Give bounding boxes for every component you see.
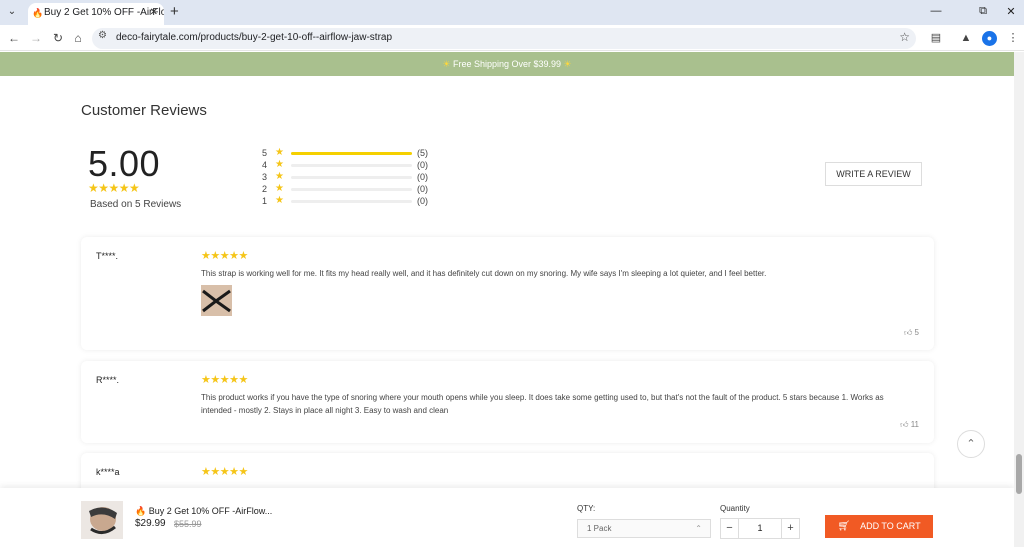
review-author: T****. (96, 251, 119, 261)
bookmark-star-icon[interactable]: ☆ (899, 30, 910, 44)
quantity-label: Quantity (720, 504, 750, 513)
review-author: k****a (96, 467, 120, 477)
page-scrollbar[interactable] (1014, 52, 1024, 547)
url-text: deco-fairytale.com/products/buy-2-get-10… (116, 32, 393, 43)
histogram-star-value: 2 (262, 184, 268, 194)
star-icon: ★ (275, 195, 284, 206)
promo-banner: ☀ Free Shipping Over $39.99 ☀ (0, 52, 1014, 76)
histogram-row: 5 ★ (5) (262, 147, 442, 160)
review-author: R****. (96, 375, 120, 385)
promo-text: Free Shipping Over $39.99 (452, 59, 562, 69)
histogram-row: 3 ★ (0) (262, 171, 442, 184)
average-rating: 5.00 (88, 143, 161, 184)
star-icon: ★ (275, 171, 284, 182)
average-stars-icon: ★★★★★ (88, 181, 140, 195)
product-price: $29.99 (135, 518, 166, 529)
pack-select-value: 1 Pack (587, 524, 612, 533)
home-icon[interactable]: ⌂ (70, 30, 86, 46)
review-stars-icon: ★★★★★ (201, 466, 248, 478)
sun-icon: ☀ (563, 59, 572, 69)
histogram-star-value: 5 (262, 148, 268, 158)
window-close-icon[interactable]: ✕ (1003, 5, 1019, 18)
minimize-icon[interactable]: — (928, 5, 944, 17)
fire-icon: 🔥 (135, 506, 147, 516)
thumbs-up-icon: 👍︎ (900, 420, 909, 429)
review-card: T****. ★★★★★ This strap is working well … (81, 237, 934, 350)
fire-icon: 🔥 (32, 8, 44, 18)
restore-icon[interactable]: ⧉ (975, 5, 991, 18)
product-title-text: Buy 2 Get 10% OFF -AirFlow... (148, 506, 273, 516)
more-menu-icon[interactable]: ⋮ (1005, 30, 1021, 46)
sticky-cart-bar: 🔥 Buy 2 Get 10% OFF -AirFlow... $29.99 $… (0, 488, 1014, 547)
close-icon[interactable]: ✕ (150, 3, 158, 23)
chevron-up-icon: ⌃ (966, 438, 976, 450)
histogram-count: (0) (417, 172, 428, 182)
like-count: 5 (914, 328, 919, 337)
like-button[interactable]: 👍︎ 5 (904, 328, 919, 338)
browser-tab[interactable]: 🔥 Buy 2 Get 10% OFF -AirFlow - ✕ (28, 3, 164, 25)
sun-icon: ☀ (442, 59, 451, 69)
histogram-count: (5) (417, 148, 428, 158)
review-stars-icon: ★★★★★ (201, 374, 248, 386)
decrement-button[interactable]: − (721, 519, 739, 538)
histogram-star-value: 4 (262, 160, 268, 170)
quantity-input[interactable]: 1 (739, 519, 781, 538)
quantity-stepper: − 1 + (720, 518, 800, 539)
histogram-row: 1 ★ (0) (262, 195, 442, 208)
histogram-star-value: 1 (262, 196, 268, 206)
histogram-row: 4 ★ (0) (262, 159, 442, 172)
reload-icon[interactable]: ↻ (50, 30, 66, 46)
based-on-count: Based on 5 Reviews (90, 199, 182, 210)
star-icon: ★ (275, 183, 284, 194)
rating-histogram: 5 ★ (5) 4 ★ (0) 3 ★ (0) 2 ★ (0) 1 ★ (0) (262, 147, 442, 208)
histogram-count: (0) (417, 184, 428, 194)
histogram-count: (0) (417, 196, 428, 206)
histogram-track (291, 164, 412, 167)
product-old-price: $55.99 (174, 519, 202, 529)
increment-button[interactable]: + (781, 519, 799, 538)
reviews-title: Customer Reviews (81, 102, 207, 119)
histogram-track (291, 152, 412, 155)
histogram-track (291, 188, 412, 191)
chevron-up-icon: ⌃ (695, 524, 702, 533)
new-tab-button[interactable]: + (170, 3, 179, 21)
forward-arrow-icon[interactable]: → (28, 30, 44, 46)
review-card: R****. ★★★★★ This product works if you h… (81, 361, 934, 443)
histogram-fill (291, 152, 412, 155)
histogram-row: 2 ★ (0) (262, 183, 442, 196)
histogram-count: (0) (417, 160, 428, 170)
star-icon: ★ (275, 159, 284, 170)
histogram-track (291, 200, 412, 203)
review-stars-icon: ★★★★★ (201, 250, 248, 262)
histogram-track (291, 176, 412, 179)
review-text: This strap is working well for me. It fi… (201, 269, 767, 278)
product-title: 🔥 Buy 2 Get 10% OFF -AirFlow... (135, 506, 272, 517)
labs-flask-icon[interactable]: ▲ (958, 30, 974, 46)
back-arrow-icon[interactable]: ← (6, 30, 22, 46)
add-to-cart-label: ADD TO CART (860, 521, 921, 531)
write-review-button[interactable]: WRITE A REVIEW (825, 162, 922, 186)
review-photo[interactable] (201, 285, 232, 316)
scrollbar-thumb[interactable] (1016, 454, 1022, 494)
add-to-cart-button[interactable]: 🛒︎ ADD TO CART (825, 515, 933, 538)
site-settings-icon[interactable]: ⚙ (98, 30, 107, 41)
cart-icon: 🛒︎ (837, 521, 851, 532)
back-to-top-button[interactable]: ⌃ (957, 430, 985, 458)
product-thumbnail (81, 501, 123, 539)
url-bar[interactable]: ⚙ deco-fairytale.com/products/buy-2-get-… (92, 28, 916, 49)
review-text: This product works if you have the type … (201, 393, 884, 415)
extensions-icon[interactable]: ▤ (928, 30, 944, 46)
qty-label: QTY: (577, 504, 596, 513)
like-count: 11 (910, 420, 919, 429)
profile-avatar-icon[interactable]: ● (982, 31, 997, 46)
star-icon: ★ (275, 147, 284, 158)
thumbs-up-icon: 👍︎ (903, 328, 913, 337)
like-button[interactable]: 👍︎ 11 (900, 420, 919, 430)
histogram-star-value: 3 (262, 172, 268, 182)
tab-title: Buy 2 Get 10% OFF -AirFlow - (44, 7, 164, 18)
browser-tab-bar: ⌄ 🔥 Buy 2 Get 10% OFF -AirFlow - ✕ + — ⧉… (0, 0, 1024, 25)
address-toolbar: ← → ↻ ⌂ ⚙ deco-fairytale.com/products/bu… (0, 25, 1024, 51)
pack-select[interactable]: 1 Pack ⌃ (577, 519, 711, 538)
tab-search-chevron-icon[interactable]: ⌄ (4, 4, 20, 20)
